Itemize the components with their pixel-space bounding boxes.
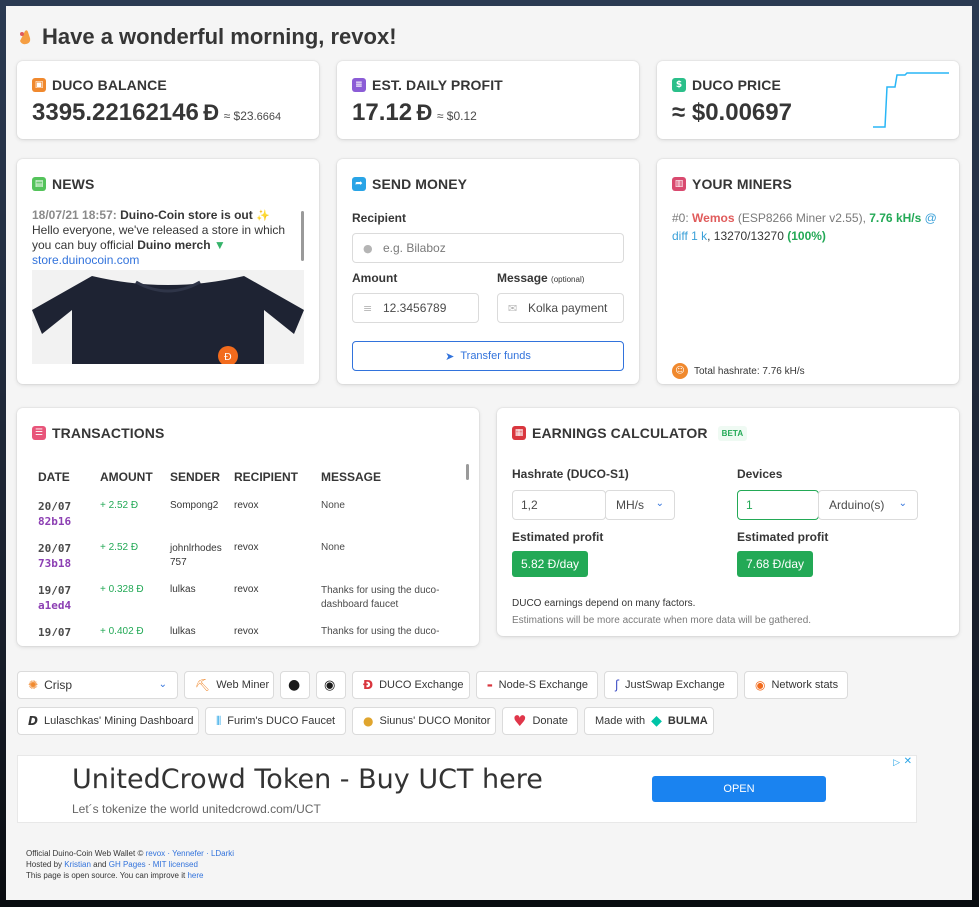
duco-exchange-button[interactable]: Ð DUCO Exchange bbox=[352, 671, 470, 699]
gh-pages-link[interactable]: GH Pages bbox=[109, 860, 146, 869]
duco-symbol: Ð bbox=[203, 100, 220, 125]
send-money-card: ➦ SEND MONEY Recipient ● e.g. Bilaboz Am… bbox=[337, 159, 639, 384]
message-input[interactable]: ✉ Kolka payment bbox=[497, 293, 624, 323]
nodes-exchange-button[interactable]: ▬ Node-S Exchange bbox=[476, 671, 598, 699]
authors-link[interactable]: revox · Yennefer · LDarki bbox=[146, 849, 235, 858]
source-link[interactable]: here bbox=[187, 871, 203, 880]
store-link[interactable]: store.duinocoin.com bbox=[32, 253, 139, 267]
ad-banner[interactable]: UnitedCrowd Token - Buy UCT here Let´s t… bbox=[17, 755, 917, 823]
justswap-icon: ʃ bbox=[615, 678, 620, 692]
wallet-icon: ▣ bbox=[32, 78, 46, 92]
transactions-card: ☰ TRANSACTIONS DATE AMOUNT SENDER RECIPI… bbox=[17, 408, 479, 646]
discord-icon: ◉ bbox=[324, 677, 336, 693]
coins-icon: ≡ bbox=[352, 78, 366, 92]
miners-card: ▥ YOUR MINERS #0: Wemos (ESP8266 Miner v… bbox=[657, 159, 959, 384]
web-miner-icon: ⛏ bbox=[195, 678, 211, 692]
devices-input[interactable]: 1 bbox=[737, 490, 819, 520]
table-row[interactable]: 20/07 82b16 + 2.52 Ð Sompong2 revox None bbox=[32, 500, 452, 540]
transactions-scrollbar[interactable] bbox=[466, 464, 469, 480]
earnings-calculator-card: ▦ EARNINGS CALCULATOR BETA Hashrate (DUC… bbox=[497, 408, 959, 636]
ad-open-button[interactable]: OPEN bbox=[652, 776, 826, 802]
balance-card: ▣ DUCO BALANCE 3395.22162146 Ð ≈ $23.666… bbox=[17, 61, 319, 139]
duco-price-card: $ DUCO PRICE ≈ $0.00697 bbox=[657, 61, 959, 139]
duino-coin-icon: ◉ bbox=[755, 678, 766, 692]
lulaschkas-dashboard-button[interactable]: D Lulaschkas' Mining Dashboard bbox=[17, 707, 199, 735]
user-icon: ● bbox=[363, 242, 373, 255]
envelope-icon: ✉ bbox=[508, 302, 518, 315]
ad-close-icon[interactable]: ✕ bbox=[904, 756, 912, 767]
nodes-exchange-icon: ▬ bbox=[487, 681, 493, 689]
crisp-select[interactable]: ✺ Crisp ⌄ bbox=[17, 671, 178, 699]
calculator-icon: ▦ bbox=[512, 426, 526, 440]
price-sparkline bbox=[873, 72, 949, 128]
greeting-title: Have a wonderful morning, revox! bbox=[16, 24, 397, 50]
license-link[interactable]: MIT licensed bbox=[153, 860, 198, 869]
daily-profit-card: ≡ EST. DAILY PROFIT 17.12 Ð ≈ $0.12 bbox=[337, 61, 639, 139]
amount-input[interactable]: ≡ 12.3456789 bbox=[352, 293, 479, 323]
kristian-link[interactable]: Kristian bbox=[64, 860, 91, 869]
coins-small-icon: ≡ bbox=[363, 302, 373, 315]
shirt-icon: ▼ bbox=[213, 238, 226, 252]
furim-faucet-button[interactable]: ⦀ Furim's DUCO Faucet bbox=[205, 707, 346, 735]
discord-button[interactable]: ◉ bbox=[316, 671, 346, 699]
table-row[interactable]: 19/07 + 0.402 Ð lulkas revox Thanks for … bbox=[32, 626, 452, 636]
made-with-bulma-button[interactable]: Made with ◆ BULMA bbox=[584, 707, 714, 735]
web-miner-button[interactable]: ⛏ Web Miner bbox=[184, 671, 274, 699]
duco-symbol: Ð bbox=[416, 100, 433, 125]
waving-hand-icon bbox=[20, 30, 31, 45]
news-scrollbar[interactable] bbox=[301, 211, 304, 261]
duco-exchange-icon: Ð bbox=[363, 678, 374, 692]
table-row[interactable]: 20/07 73b18 + 2.52 Ð johnlrhodes757 revox… bbox=[32, 542, 452, 582]
dashboard-panel: Have a wonderful morning, revox! ▣ DUCO … bbox=[6, 6, 972, 900]
share-arrow-icon: ➦ bbox=[352, 177, 366, 191]
donate-button[interactable]: ♥ Donate bbox=[502, 707, 578, 735]
tshirt-image: Ð bbox=[32, 270, 304, 364]
sun-icon: ✺ bbox=[28, 678, 39, 692]
estimated-profit-hashrate: 5.82 Ð/day bbox=[512, 551, 588, 577]
github-button[interactable]: ● bbox=[280, 671, 310, 699]
newspaper-icon: ▤ bbox=[32, 177, 46, 191]
chart-icon: ▥ bbox=[672, 177, 686, 191]
hashrate-unit-select[interactable]: MH/s ⌄ bbox=[605, 490, 675, 520]
miner-entry: #0: Wemos (ESP8266 Miner v2.55), 7.76 kH… bbox=[672, 211, 937, 243]
github-icon: ● bbox=[288, 677, 301, 693]
network-stats-button[interactable]: ◉ Network stats bbox=[744, 671, 848, 699]
transactions-table[interactable]: DATE AMOUNT SENDER RECIPIENT MESSAGE 20/… bbox=[32, 464, 464, 636]
news-card: ▤ NEWS 18/07/21 18:57: Duino-Coin store … bbox=[17, 159, 319, 384]
estimated-profit-devices: 7.68 Ð/day bbox=[737, 551, 813, 577]
device-type-select[interactable]: Arduino(s) ⌄ bbox=[818, 490, 918, 520]
robot-icon: ☺ bbox=[672, 363, 688, 379]
ad-info-icon[interactable]: ▷ bbox=[893, 757, 900, 768]
chevron-down-icon: ⌄ bbox=[158, 679, 167, 690]
siunus-monitor-button[interactable]: ● Siunus' DUCO Monitor bbox=[352, 707, 496, 735]
list-icon: ☰ bbox=[32, 426, 46, 440]
chevron-down-icon: ⌄ bbox=[898, 498, 907, 509]
paper-plane-icon: ➤ bbox=[445, 349, 455, 363]
recipient-input[interactable]: ● e.g. Bilaboz bbox=[352, 233, 624, 263]
hashrate-input[interactable]: 1,2 bbox=[512, 490, 606, 520]
heart-icon: ♥ bbox=[513, 712, 527, 730]
lulaschkas-icon: D bbox=[28, 714, 38, 728]
table-header: DATE AMOUNT SENDER RECIPIENT MESSAGE bbox=[38, 470, 382, 484]
footer: Official Duino-Coin Web Wallet © revox ·… bbox=[26, 849, 235, 880]
beta-badge: BETA bbox=[717, 425, 748, 441]
justswap-button[interactable]: ʃ JustSwap Exchange bbox=[604, 671, 738, 699]
siunus-icon: ● bbox=[363, 714, 374, 728]
faucet-icon: ⦀ bbox=[216, 713, 222, 728]
svg-text:Ð: Ð bbox=[224, 352, 232, 363]
transfer-funds-button[interactable]: ➤ Transfer funds bbox=[352, 341, 624, 371]
chevron-down-icon: ⌄ bbox=[655, 498, 664, 509]
money-icon: $ bbox=[672, 78, 686, 92]
news-content[interactable]: 18/07/21 18:57: Duino-Coin store is out … bbox=[32, 208, 304, 364]
party-icon: ✨ bbox=[256, 209, 270, 222]
bulma-icon: ◆ bbox=[651, 713, 662, 729]
table-row[interactable]: 19/07 a1ed4 + 0.328 Ð lulkas revox Thanks… bbox=[32, 584, 452, 624]
